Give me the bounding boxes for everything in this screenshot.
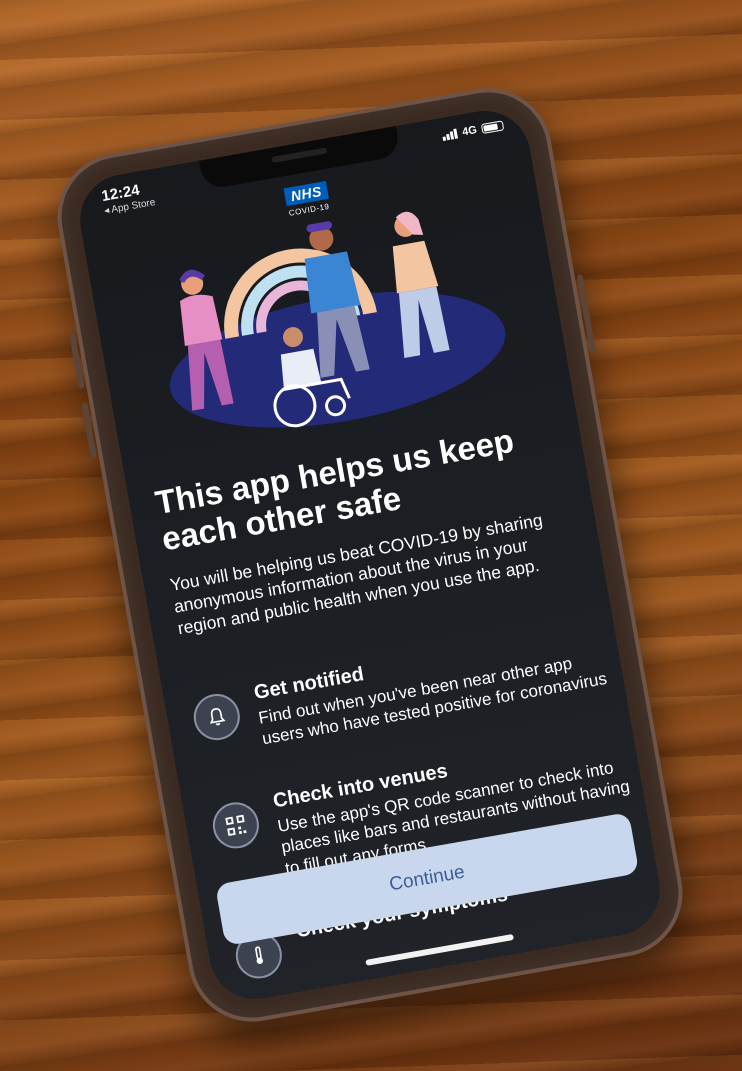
battery-icon (480, 120, 505, 135)
smartphone: 12:24 ◂ App Store 4G NHS COVID-19 This a… (47, 78, 693, 1032)
earpiece-speaker (271, 147, 328, 163)
signal-icon (442, 128, 459, 141)
network-type: 4G (461, 124, 478, 139)
phone-screen: 12:24 ◂ App Store 4G NHS COVID-19 This a… (72, 103, 668, 1007)
status-bar-left: 12:24 ◂ App Store (100, 179, 156, 217)
status-bar-right: 4G (442, 119, 505, 142)
qr-code-icon (209, 798, 263, 853)
bell-icon (190, 690, 244, 744)
people-illustration (169, 211, 506, 428)
